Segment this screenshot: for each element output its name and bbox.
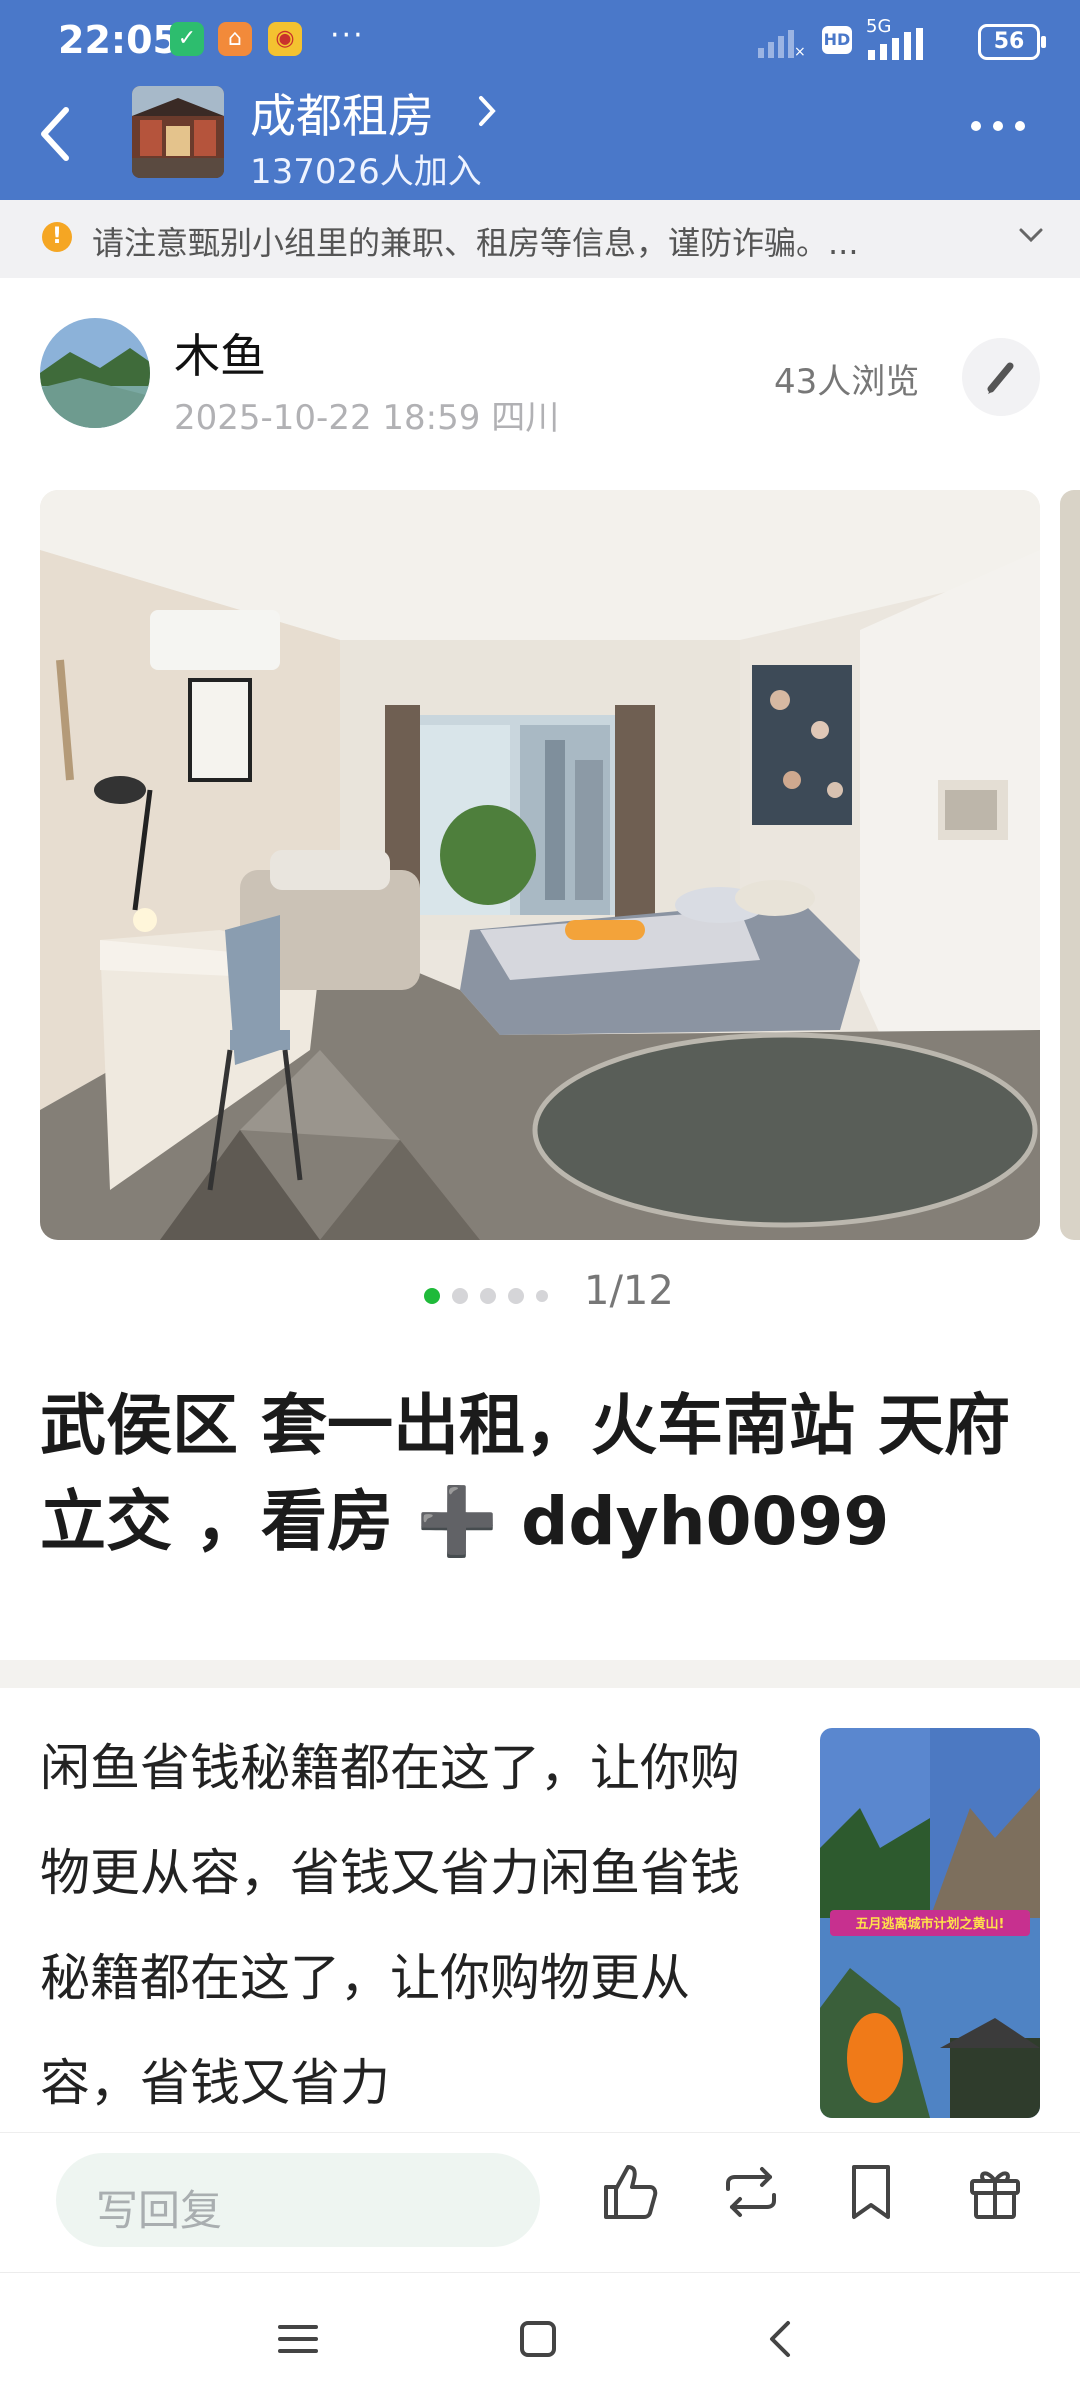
wifi-signal-icon: ×	[758, 30, 804, 58]
bookmark-icon[interactable]	[838, 2159, 904, 2225]
more-options-icon[interactable]	[968, 116, 1028, 136]
next-photo-peek[interactable]	[1060, 490, 1080, 1240]
thumbs-up-icon[interactable]	[596, 2159, 662, 2225]
warning-icon: !	[42, 222, 72, 252]
post-title: 武侯区 套一出租，火车南站 天府立交 ，看房 ➕ ddyh0099	[40, 1387, 1010, 1560]
post-photo[interactable]	[40, 490, 1040, 1240]
author-avatar[interactable]	[40, 318, 150, 428]
bottom-action-bar: 写回复	[0, 2132, 1080, 2273]
view-count: 43人浏览	[774, 362, 920, 402]
edit-button[interactable]	[962, 338, 1040, 416]
notice-banner[interactable]: ! 请注意甄别小组里的兼职、租房等信息，谨防诈骗。...	[0, 200, 1080, 278]
cell-signal-icon	[868, 28, 923, 60]
reply-input[interactable]: 写回复	[56, 2153, 540, 2247]
repost-icon[interactable]	[718, 2159, 784, 2225]
ad-thumb-caption: 五月逃离城市计划之黄山!	[856, 1916, 1005, 1932]
back-nav-icon[interactable]	[766, 2319, 796, 2359]
shopping-app-icon: ⌂	[218, 22, 252, 56]
chevron-down-icon[interactable]	[1018, 222, 1044, 248]
page-dot	[480, 1288, 496, 1304]
weibo-app-icon: ◉	[268, 22, 302, 56]
top-header: 22:05 ✓ ⌂ ◉ ··· × HD 5G 56 成都租房 137026人加…	[0, 0, 1080, 200]
battery-indicator: 56	[978, 24, 1046, 60]
gift-icon[interactable]	[962, 2159, 1028, 2225]
ad-thumbnail[interactable]: 五月逃离城市计划之黄山!	[820, 1728, 1040, 2118]
reply-placeholder: 写回复	[96, 2186, 223, 2235]
more-notifications-icon: ···	[330, 18, 365, 53]
post-datetime: 2025-10-22 18:59	[174, 398, 481, 438]
chevron-right-icon[interactable]	[476, 94, 498, 128]
shield-app-icon: ✓	[170, 22, 204, 56]
status-bar: 22:05 ✓ ⌂ ◉ ··· × HD 5G 56	[0, 0, 1080, 84]
back-arrow-icon[interactable]	[36, 104, 76, 164]
post-meta: 2025-10-22 18:59 四川	[174, 390, 559, 439]
status-time: 22:05	[58, 18, 179, 62]
group-title[interactable]: 成都租房	[250, 80, 434, 146]
home-nav-icon[interactable]	[518, 2319, 558, 2359]
notice-text: 请注意甄别小组里的兼职、租房等信息，谨防诈骗。...	[92, 224, 859, 262]
pencil-icon	[987, 362, 1014, 394]
hd-badge: HD	[822, 26, 852, 54]
ad-text[interactable]: 闲鱼省钱秘籍都在这了，让你购物更从容，省钱又省力闲鱼省钱秘籍都在这了，让你购物更…	[40, 1716, 760, 2136]
page-dot	[452, 1288, 468, 1304]
page-dot	[536, 1290, 548, 1302]
post-location: 四川	[491, 398, 560, 438]
section-divider	[0, 1660, 1080, 1688]
page-dot-active	[424, 1288, 440, 1304]
system-nav-bar	[0, 2272, 1080, 2401]
group-member-count: 137026人加入	[250, 152, 482, 192]
svg-text:×: ×	[794, 44, 804, 58]
author-name[interactable]: 木鱼	[174, 320, 266, 386]
group-avatar[interactable]	[132, 86, 224, 178]
page-dot	[508, 1288, 524, 1304]
menu-nav-icon[interactable]	[276, 2321, 320, 2357]
photo-counter: 1/12	[584, 1268, 674, 1314]
